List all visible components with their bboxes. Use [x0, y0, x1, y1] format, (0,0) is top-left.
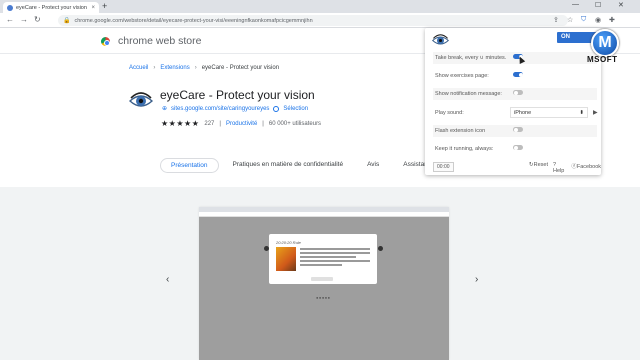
browser-toolbar: ← → ↻ 🔒 chrome.google.com/webstore/detai…: [0, 13, 640, 28]
play-sound-button[interactable]: ▶: [593, 109, 598, 116]
page-tabs: Présentation Pratiques en matière de con…: [160, 158, 449, 173]
mini-dialog: 20:20:20 Rule: [269, 234, 377, 284]
tab-title: eyeCare - Protect your vision - C: [16, 4, 89, 11]
notification-switch[interactable]: [513, 90, 523, 95]
breadcrumb-separator: ›: [153, 65, 156, 71]
setting-label: Flash extension icon: [435, 128, 486, 134]
setting-label: Keep it running, always:: [435, 146, 494, 152]
puzzle-extensions-icon[interactable]: ✚: [609, 16, 615, 24]
lock-icon: 🔒: [63, 18, 71, 24]
setting-row-keep-running: Keep it running, always:: [433, 143, 597, 155]
msoft-logo-icon: M: [591, 29, 619, 57]
msoft-watermark: MSOFT: [587, 55, 618, 64]
carousel-prev-button[interactable]: ‹: [166, 274, 169, 285]
mini-dialog-text: [300, 248, 370, 268]
setting-label: Show exercises page:: [435, 73, 489, 79]
site-link[interactable]: sites.google.com/site/caringyoureyes: [171, 106, 269, 112]
store-name[interactable]: chrome web store: [118, 35, 201, 47]
category-link[interactable]: Productivité: [226, 121, 257, 127]
setting-row-sound: Play sound: iPhone ⬍ ▶: [433, 107, 598, 119]
link-icon: ⊕: [162, 106, 168, 112]
setting-row-break: Take break, every ∪ minutes.: [433, 52, 597, 64]
setting-label: Take break, every ∪ minutes.: [435, 55, 507, 61]
timer-button[interactable]: 00:00: [433, 162, 454, 172]
setting-label: Play sound:: [435, 110, 464, 116]
setting-row-flash: Flash extension icon: [433, 125, 597, 137]
tab-reviews[interactable]: Avis: [357, 158, 389, 173]
tab-close-icon[interactable]: ×: [91, 5, 95, 11]
user-count: 60 000+ utilisateurs: [268, 120, 322, 127]
carousel-next-button[interactable]: ›: [475, 274, 478, 285]
eye-logo-icon: [129, 92, 153, 107]
eyecare-extension-icon[interactable]: ◉: [595, 16, 601, 24]
sound-select-value: iPhone: [514, 110, 532, 116]
mini-pager-dots: ●●●●●: [316, 295, 331, 300]
help-link[interactable]: ?Help: [553, 162, 566, 174]
chrome-web-store-logo-icon[interactable]: [101, 37, 110, 46]
meta-divider: |: [219, 120, 221, 127]
exercises-switch[interactable]: [513, 72, 523, 77]
flash-switch[interactable]: [513, 127, 523, 132]
setting-row-exercises: Show exercises page:: [433, 70, 597, 82]
sound-select[interactable]: iPhone ⬍: [510, 107, 588, 118]
shield-extension-icon[interactable]: ⛉: [581, 16, 586, 24]
tab-strip: eyeCare - Protect your vision - C × + — …: [0, 0, 640, 13]
mini-dialog-button: [311, 277, 333, 281]
tab-privacy[interactable]: Pratiques en matière de confidentialité: [223, 158, 354, 173]
screenshot-carousel: ‹ › 20:20:20 Rule ●●●●●: [0, 187, 640, 360]
close-window-button[interactable]: ✕: [618, 1, 624, 9]
bookmark-star-icon[interactable]: ☆: [567, 16, 573, 24]
popup-eye-icon: [432, 34, 449, 45]
extension-popup: ON Take break, every ∪ minutes. Show exe…: [425, 28, 601, 175]
breadcrumb: Accueil › Extensions › eyeCare - Protect…: [129, 65, 279, 71]
setting-row-notification: Show notification message:: [433, 88, 597, 100]
facebook-link[interactable]: ⓕFacebook: [571, 162, 601, 174]
extension-title: eyeCare - Protect your vision: [160, 88, 315, 102]
mini-dialog-title: 20:20:20 Rule: [276, 240, 301, 245]
reset-link[interactable]: ↻Reset: [529, 162, 548, 174]
rating-count[interactable]: 227: [204, 121, 214, 127]
browser-tab[interactable]: eyeCare - Protect your vision - C ×: [3, 2, 99, 13]
extension-site: ⊕ sites.google.com/site/caringyoureyes S…: [162, 105, 308, 112]
breadcrumb-separator: ›: [194, 65, 197, 71]
address-bar[interactable]: 🔒 chrome.google.com/webstore/detail/eyec…: [58, 15, 568, 26]
back-icon[interactable]: ←: [6, 15, 14, 24]
mini-next-icon: [378, 246, 383, 251]
select-arrow-icon: ⬍: [579, 110, 584, 116]
breadcrumb-current: eyeCare - Protect your vision: [201, 65, 280, 71]
eye-favicon-icon: [7, 4, 13, 11]
mini-dialog-picture: [276, 247, 296, 271]
meta-divider: |: [262, 120, 264, 127]
maximize-button[interactable]: ☐: [595, 1, 601, 9]
breadcrumb-home[interactable]: Accueil: [129, 65, 148, 71]
badge-icon: [273, 105, 280, 112]
minimize-button[interactable]: —: [572, 1, 579, 8]
keep-running-switch[interactable]: [513, 145, 523, 150]
tab-overview[interactable]: Présentation: [160, 158, 219, 173]
mini-page: 20:20:20 Rule ●●●●●: [199, 217, 449, 360]
reload-icon[interactable]: ↻: [34, 15, 41, 24]
rating-stars-icon: ★★★★★: [161, 119, 200, 128]
extension-meta: ★★★★★ 227 | Productivité | 60 000+ utili…: [161, 119, 321, 128]
share-icon[interactable]: ⇪: [553, 16, 559, 24]
screenshot-image: 20:20:20 Rule ●●●●●: [199, 207, 449, 360]
setting-label: Show notification message:: [435, 91, 502, 97]
new-tab-button[interactable]: +: [102, 1, 107, 11]
breadcrumb-extensions[interactable]: Extensions: [160, 65, 189, 71]
url-text: chrome.google.com/webstore/detail/eyecar…: [74, 17, 313, 24]
selection-badge[interactable]: Sélection: [283, 106, 308, 112]
popup-footer: ↻Reset ?Help ⓕFacebook: [529, 162, 601, 174]
forward-icon[interactable]: →: [20, 15, 28, 24]
